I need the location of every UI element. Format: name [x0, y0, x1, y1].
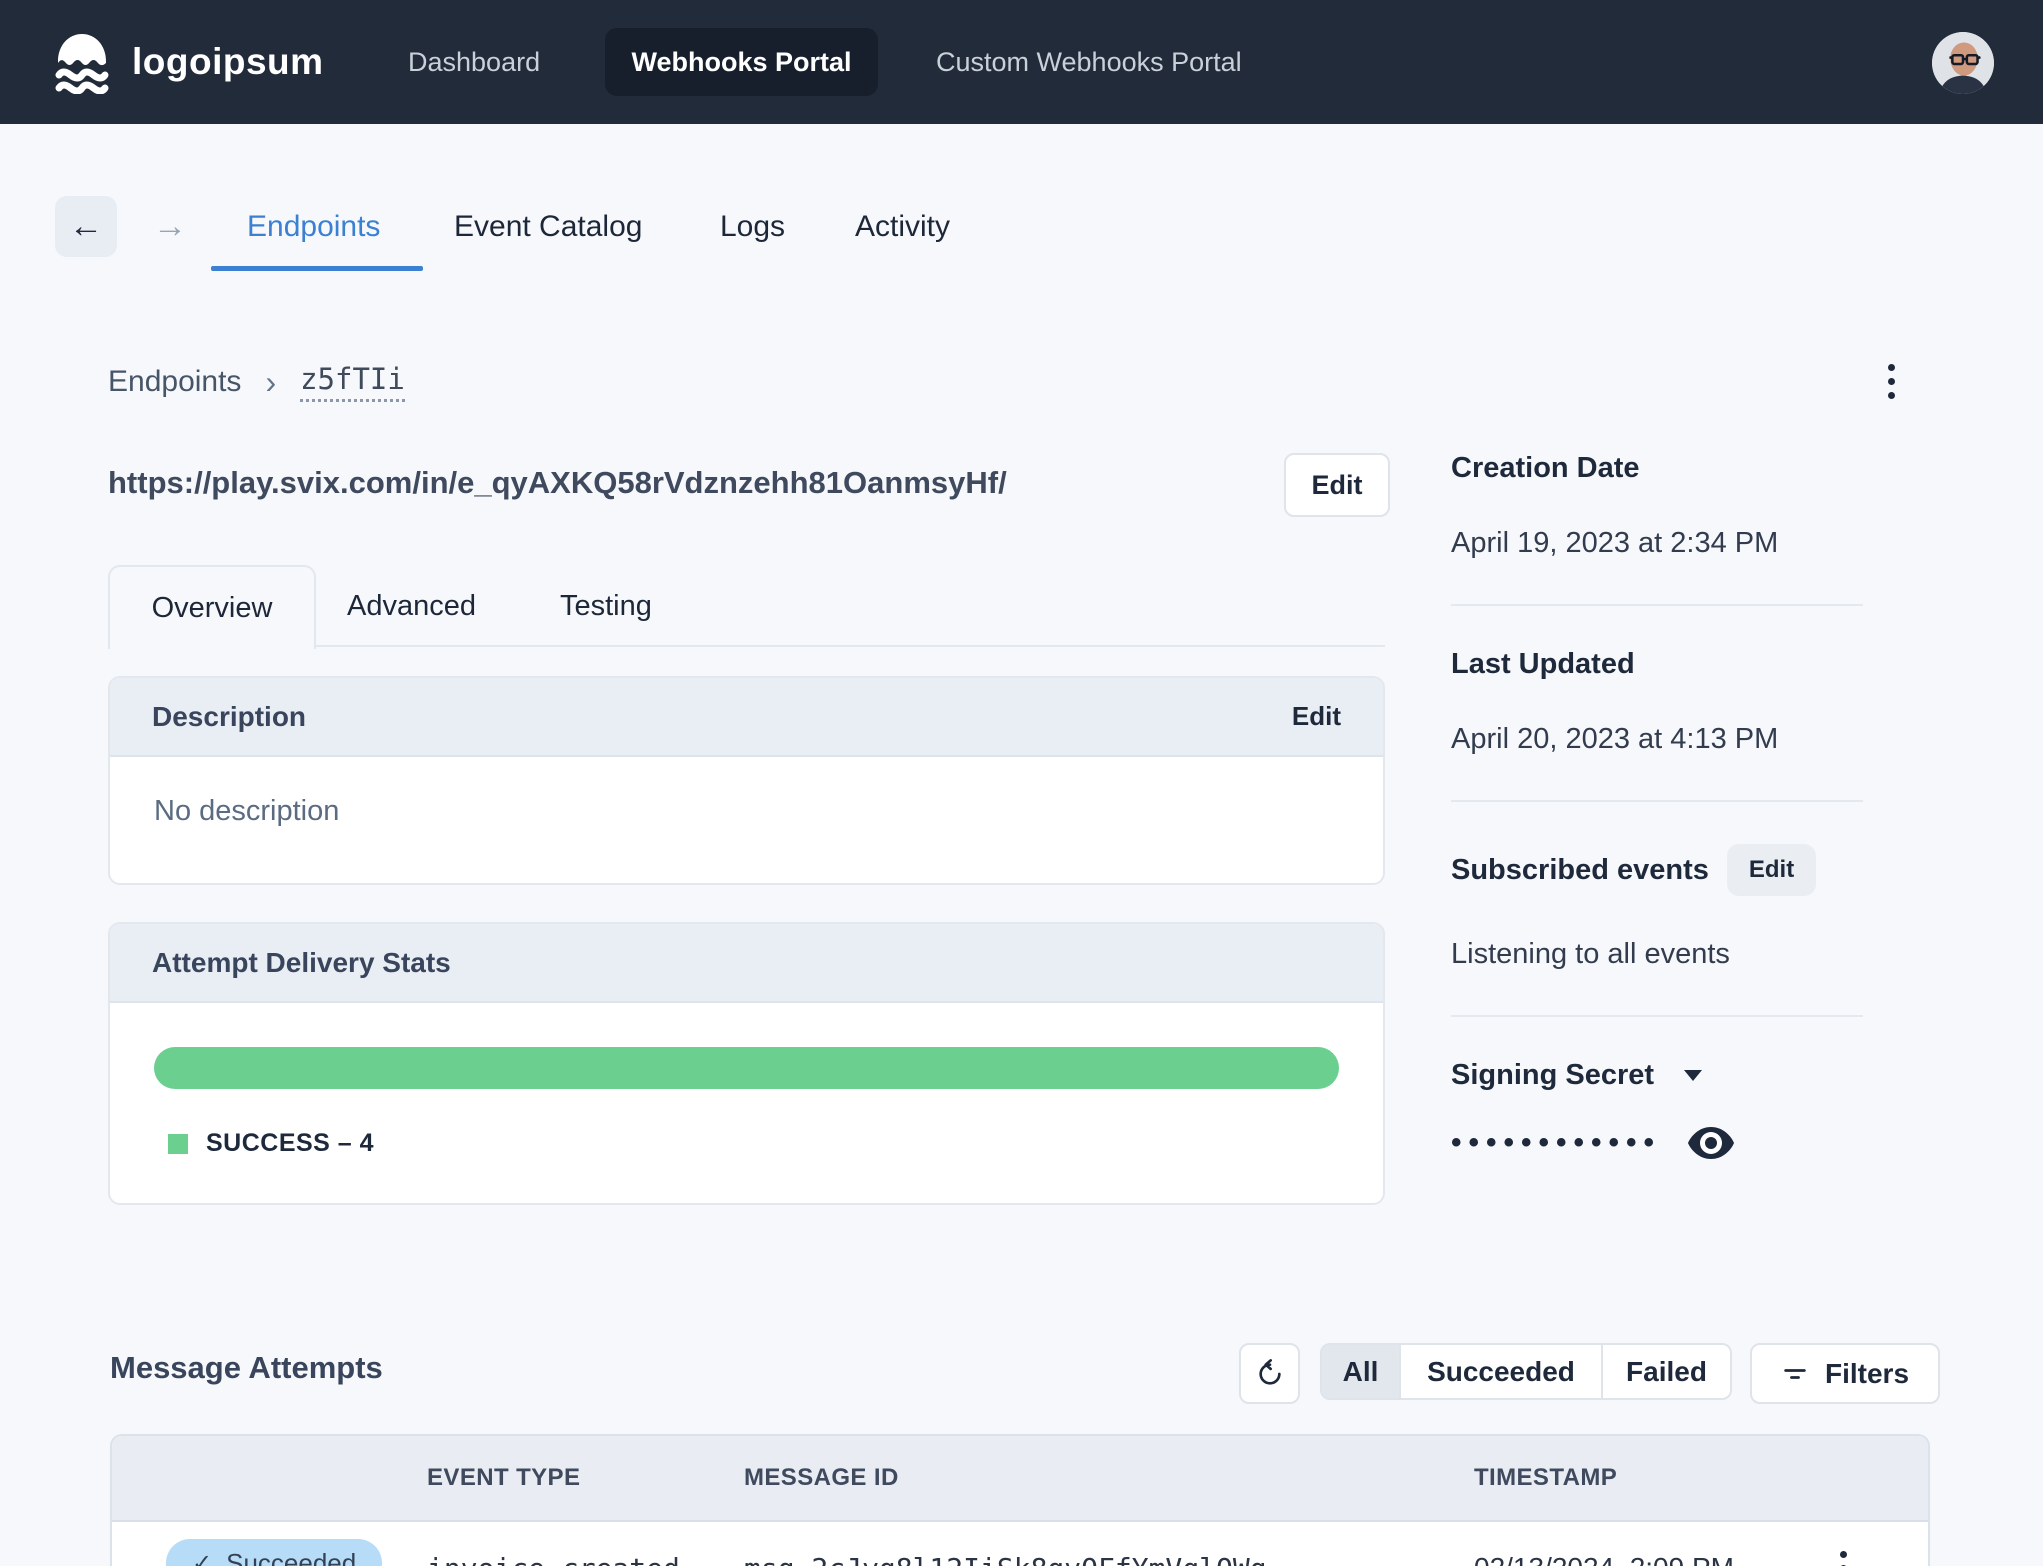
message-attempts-title: Message Attempts — [110, 1350, 383, 1385]
logo[interactable]: logoipsum — [50, 30, 324, 94]
endpoint-meta-sidebar: Creation Date April 19, 2023 at 2:34 PM … — [1451, 452, 1933, 1160]
edit-description-link[interactable]: Edit — [1292, 701, 1341, 732]
edit-subscribed-events-button[interactable]: Edit — [1726, 844, 1817, 896]
tab-event-catalog[interactable]: Event Catalog — [454, 196, 642, 257]
top-navbar: logoipsum Dashboard Webhooks Portal Cust… — [0, 0, 2043, 124]
breadcrumb: Endpoints › z5fTIi — [108, 362, 405, 402]
subscribed-events-value: Listening to all events — [1451, 938, 1730, 970]
tab-logs[interactable]: Logs — [720, 196, 785, 257]
refresh-icon — [1254, 1358, 1286, 1390]
filters-button[interactable]: Filters — [1750, 1343, 1940, 1404]
table-row[interactable]: ✓ Succeeded invoice.created msg_2cJyg8l1… — [112, 1522, 1928, 1566]
creation-date-value: April 19, 2023 at 2:34 PM — [1451, 527, 1779, 559]
nav-item-webhooks-portal[interactable]: Webhooks Portal — [605, 28, 878, 96]
forward-button[interactable]: → — [148, 196, 192, 257]
event-type-cell: invoice.created — [427, 1552, 680, 1566]
filter-failed-button[interactable]: Failed — [1603, 1345, 1730, 1398]
delivery-stats-header: Attempt Delivery Stats — [110, 924, 1383, 1003]
tab-endpoints[interactable]: Endpoints — [247, 196, 380, 257]
nav-item-custom-webhooks-portal[interactable]: Custom Webhooks Portal — [936, 0, 1242, 124]
tab-overview[interactable]: Overview — [108, 565, 316, 649]
column-header-message-id: MESSAGE ID — [744, 1464, 899, 1491]
description-title: Description — [152, 700, 307, 732]
last-updated-label: Last Updated — [1451, 648, 1635, 680]
success-rate-bar — [154, 1047, 1339, 1089]
webhooks-portal-page: logoipsum Dashboard Webhooks Portal Cust… — [0, 0, 2043, 1566]
sidebar-divider — [1451, 604, 1863, 606]
sidebar-divider — [1451, 800, 1863, 802]
filter-lines-icon — [1781, 1360, 1809, 1388]
breadcrumb-root[interactable]: Endpoints — [108, 365, 241, 399]
message-id-cell: msg_2cJyg8l12IiSk8gvOFfYmVqlQWg — [744, 1552, 1267, 1566]
reveal-secret-eye-icon[interactable] — [1687, 1126, 1735, 1160]
delivery-stats-title: Attempt Delivery Stats — [152, 946, 451, 978]
active-tab-underline — [211, 266, 423, 271]
filter-all-button[interactable]: All — [1322, 1345, 1401, 1398]
subscribed-events-label: Subscribed events — [1451, 853, 1709, 886]
filter-succeeded-button[interactable]: Succeeded — [1401, 1345, 1603, 1398]
back-button[interactable]: ← — [55, 196, 117, 257]
arrow-left-icon: ← — [69, 207, 103, 245]
arrow-right-icon: → — [153, 207, 187, 245]
sidebar-divider — [1451, 1015, 1863, 1017]
filters-button-label: Filters — [1824, 1357, 1910, 1389]
endpoint-url-row: https://play.svix.com/in/e_qyAXKQ58rVdzn… — [108, 450, 1390, 517]
logoipsum-icon — [50, 30, 114, 94]
success-legend-label: SUCCESS – 4 — [206, 1129, 375, 1157]
success-swatch-icon — [168, 1133, 188, 1154]
description-card: Description Edit No description — [108, 676, 1385, 885]
breadcrumb-endpoint-id[interactable]: z5fTIi — [300, 362, 405, 402]
status-badge: ✓ Succeeded — [166, 1539, 383, 1566]
description-empty-text: No description — [154, 795, 340, 827]
endpoint-url: https://play.svix.com/in/e_qyAXKQ58rVdzn… — [108, 465, 1007, 500]
tab-testing[interactable]: Testing — [560, 565, 652, 647]
status-badge-label: Succeeded — [226, 1547, 357, 1566]
row-options-menu[interactable] — [1840, 1550, 1847, 1566]
signing-secret-label: Signing Secret — [1451, 1059, 1655, 1091]
edit-url-button[interactable]: Edit — [1284, 453, 1390, 517]
masked-signing-secret: •••••••••••• — [1451, 1126, 1662, 1159]
tab-activity[interactable]: Activity — [855, 196, 950, 257]
chevron-right-icon: › — [265, 363, 277, 400]
timestamp-cell: 02/13/2024, 2:09 PM — [1474, 1552, 1734, 1566]
nav-item-dashboard[interactable]: Dashboard — [408, 0, 540, 124]
attempt-filter-segmented-control: All Succeeded Failed — [1320, 1343, 1732, 1400]
table-header-row: EVENT TYPE MESSAGE ID TIMESTAMP — [112, 1436, 1928, 1522]
creation-date-label: Creation Date — [1451, 452, 1640, 484]
tab-advanced[interactable]: Advanced — [347, 565, 476, 647]
logo-text: logoipsum — [132, 41, 324, 82]
endpoint-options-menu[interactable] — [1884, 360, 1899, 403]
description-card-header: Description Edit — [110, 678, 1383, 757]
check-icon: ✓ — [192, 1549, 213, 1566]
stats-legend: SUCCESS – 4 — [168, 1129, 1383, 1158]
last-updated-value: April 20, 2023 at 4:13 PM — [1451, 723, 1779, 755]
column-header-timestamp: TIMESTAMP — [1474, 1464, 1618, 1491]
user-avatar[interactable] — [1932, 32, 1994, 94]
column-header-event-type: EVENT TYPE — [427, 1464, 581, 1491]
message-attempts-table: EVENT TYPE MESSAGE ID TIMESTAMP ✓ Succee… — [110, 1434, 1930, 1566]
refresh-button[interactable] — [1239, 1343, 1300, 1404]
chevron-down-icon[interactable] — [1684, 1070, 1703, 1081]
delivery-stats-card: Attempt Delivery Stats SUCCESS – 4 — [108, 922, 1385, 1205]
